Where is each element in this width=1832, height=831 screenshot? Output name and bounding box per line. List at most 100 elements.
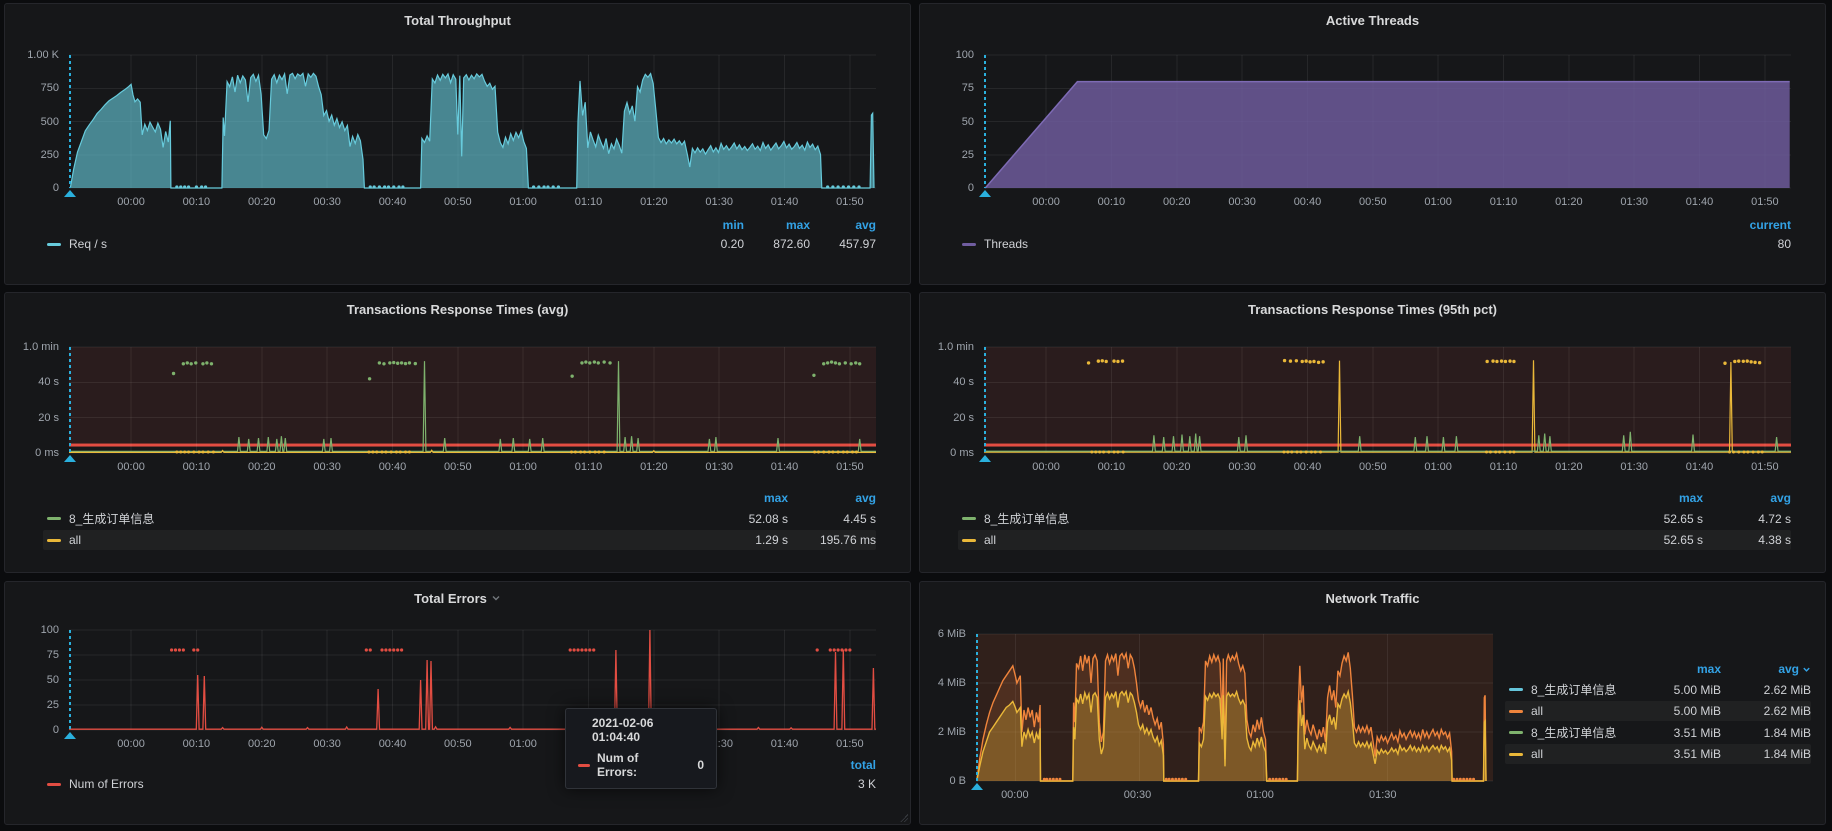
- y-tick-label: 100: [41, 624, 59, 636]
- series-dot: [212, 450, 215, 453]
- legend-header-max[interactable]: max: [1631, 660, 1721, 678]
- legend-header-total[interactable]: total: [806, 756, 876, 774]
- series-dot: [847, 185, 850, 188]
- x-tick-label: 00:40: [379, 738, 407, 750]
- x-tick-label: 01:20: [640, 461, 668, 473]
- x-tick-label: 01:50: [836, 738, 864, 750]
- series-dot: [1087, 361, 1090, 364]
- series-dot: [579, 450, 582, 453]
- legend-header-avg[interactable]: avg: [1703, 489, 1791, 507]
- y-axis: 0 ms20 s40 s1.0 min: [928, 347, 984, 453]
- series-dot: [1321, 360, 1324, 363]
- legend-series-label[interactable]: all: [43, 530, 700, 550]
- plot-area[interactable]: [976, 634, 1493, 781]
- panel-title[interactable]: Network Traffic: [928, 586, 1817, 610]
- x-tick-label: 01:10: [575, 196, 603, 208]
- x-axis: 00:0000:1000:2000:3000:4000:5001:0001:10…: [69, 734, 876, 752]
- series-dot: [817, 450, 820, 453]
- legend-row: 8_生成订单信息52.08 s4.45 s: [43, 507, 876, 530]
- series-dot: [844, 648, 847, 651]
- legend-series-label[interactable]: 8_生成订单信息: [43, 507, 700, 530]
- legend-value: 2.62 MiB: [1721, 701, 1811, 721]
- legend-header-max[interactable]: max: [744, 216, 810, 234]
- y-axis: 02505007501.00 K: [13, 55, 69, 188]
- legend-value: 195.76 ms: [788, 530, 876, 550]
- legend-series-label[interactable]: Threads: [958, 234, 1711, 254]
- series-dot: [1512, 360, 1515, 363]
- series-dot: [1737, 450, 1740, 453]
- panel-title[interactable]: Transactions Response Times (avg): [13, 297, 902, 321]
- legend-header-avg[interactable]: avg: [788, 489, 876, 507]
- x-tick-label: 01:00: [1424, 196, 1452, 208]
- legend-value: 872.60: [744, 234, 810, 254]
- plot-area[interactable]: [69, 55, 876, 188]
- legend-header-max[interactable]: max: [700, 489, 788, 507]
- legend-header-max[interactable]: max: [1615, 489, 1703, 507]
- panel-title[interactable]: Transactions Response Times (95th pct): [928, 297, 1817, 321]
- x-tick-label: 01:20: [1555, 196, 1583, 208]
- chart-svg: [69, 347, 876, 453]
- series-dot: [1174, 778, 1177, 781]
- legend-header-avg[interactable]: avg: [810, 216, 876, 234]
- legend-series-label[interactable]: 8_生成订单信息: [1505, 678, 1631, 701]
- panel-network-traffic: Network Traffic 0 B2 MiB4 MiB6 MiB maxav…: [919, 581, 1826, 825]
- series-dot: [1052, 778, 1055, 781]
- legend-header-avg[interactable]: avg: [1721, 660, 1811, 678]
- plot-area[interactable]: [69, 347, 876, 453]
- series-dot: [1752, 450, 1755, 453]
- legend-row: 8_生成订单信息3.51 MiB1.84 MiB: [1505, 721, 1811, 744]
- panel-total-errors: Total Errors 0255075100 00:0000:1000:200…: [4, 581, 911, 825]
- legend-series-label[interactable]: 8_生成订单信息: [958, 507, 1615, 530]
- threshold-line: [69, 444, 876, 447]
- series-dot: [192, 648, 195, 651]
- legend-series-label[interactable]: all: [958, 530, 1615, 550]
- legend-series-swatch: [47, 783, 61, 786]
- plot-area[interactable]: [984, 55, 1791, 188]
- legend-series-label[interactable]: 8_生成订单信息: [1505, 721, 1631, 744]
- legend-header-min[interactable]: min: [678, 216, 744, 234]
- panel-title[interactable]: Active Threads: [928, 8, 1817, 32]
- series-dot: [855, 450, 858, 453]
- legend-value: 3.51 MiB: [1631, 744, 1721, 764]
- legend-header: minmaxavg: [43, 216, 876, 234]
- plot-area[interactable]: [984, 347, 1791, 453]
- panel-title[interactable]: Total Throughput: [13, 8, 902, 32]
- series-dot: [1097, 359, 1100, 362]
- legend-series-label[interactable]: Num of Errors: [43, 774, 806, 794]
- series-dot: [388, 361, 391, 364]
- legend: maxavg8_生成订单信息5.00 MiB2.62 MiBall5.00 Mi…: [1505, 660, 1817, 781]
- series-dot: [1753, 361, 1756, 364]
- x-tick-label: 00:40: [379, 461, 407, 473]
- series-dot: [584, 360, 587, 363]
- series-dot: [383, 185, 386, 188]
- series-dot: [1278, 778, 1281, 781]
- series-dot: [182, 648, 185, 651]
- series-area: [985, 82, 1789, 188]
- legend-header-current[interactable]: current: [1711, 216, 1791, 234]
- panel-title[interactable]: Total Errors: [13, 586, 902, 610]
- series-dot: [1102, 450, 1105, 453]
- series-dot: [1045, 778, 1048, 781]
- series-dot: [1295, 450, 1298, 453]
- x-tick-label: 00:30: [313, 738, 341, 750]
- legend-series-label[interactable]: all: [1505, 701, 1631, 721]
- series-dot: [1314, 450, 1317, 453]
- legend-value: 5.00 MiB: [1631, 680, 1721, 700]
- series-dot: [178, 648, 181, 651]
- series-dot: [1489, 450, 1492, 453]
- x-tick-label: 01:30: [705, 461, 733, 473]
- series-dot: [382, 362, 385, 365]
- panel-resize-handle[interactable]: [900, 814, 908, 822]
- x-tick-label: 01:30: [1369, 789, 1397, 801]
- legend-series-label[interactable]: all: [1505, 744, 1631, 764]
- series-dot: [1500, 359, 1503, 362]
- legend-row: all1.29 s195.76 ms: [43, 530, 876, 550]
- legend-value: 3.51 MiB: [1631, 723, 1721, 743]
- legend-row: Threads80: [958, 234, 1791, 254]
- x-tick-label: 00:40: [1294, 461, 1322, 473]
- series-dot: [392, 361, 395, 364]
- series-dot: [597, 361, 600, 364]
- plot-area[interactable]: [69, 630, 876, 730]
- legend-series-label[interactable]: Req / s: [43, 234, 678, 254]
- x-tick-label: 01:10: [1490, 196, 1518, 208]
